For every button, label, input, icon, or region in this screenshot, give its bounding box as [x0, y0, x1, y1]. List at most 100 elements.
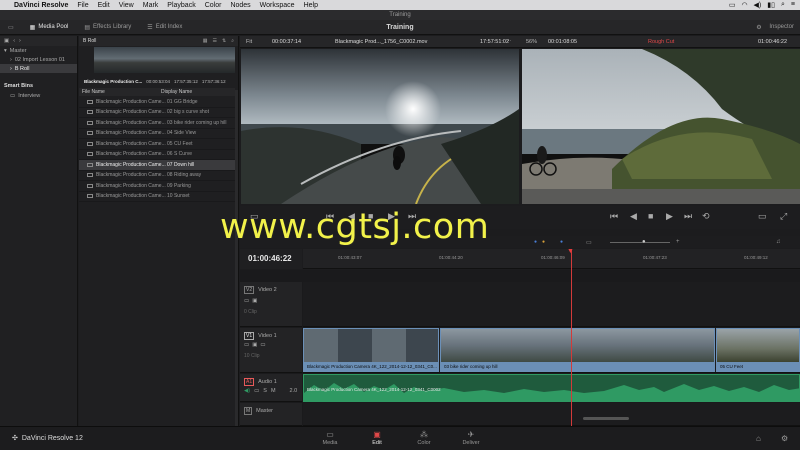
clip-list-row[interactable]: Blackmagic Production Came... 04 Side Vie… [79, 129, 235, 139]
lock-icon[interactable]: ▭ [244, 342, 249, 348]
track-tag-a1[interactable]: A1 [244, 378, 255, 386]
track-tag-v2[interactable]: V2 [244, 286, 255, 294]
screen-icon[interactable]: ▭ [729, 1, 736, 9]
back-arrow-icon[interactable]: ‹ [13, 38, 15, 44]
record-play-icon[interactable]: ▶ [666, 211, 673, 222]
settings-gear-icon[interactable]: ⚙ [781, 434, 788, 443]
track-visibility-icon[interactable]: ▭ [260, 342, 265, 348]
audio-clip[interactable]: Blackmagic Production Camera 4K_122_2014… [303, 374, 800, 402]
search-icon[interactable]: ⌕ [781, 1, 785, 9]
mute-icon[interactable]: M [271, 388, 276, 394]
record-stop-icon[interactable]: ■ [648, 211, 653, 221]
wifi-icon[interactable]: ◠ [741, 1, 747, 9]
clip-list-row[interactable]: Blackmagic Production Came... 05 CU Feet [79, 139, 235, 150]
media-pool-button[interactable]: ▦ Media Pool [22, 20, 77, 35]
list-view-icon[interactable]: ☰ [213, 38, 217, 44]
timeline-horizontal-scrollbar[interactable] [583, 417, 629, 420]
sort-icon[interactable]: ⇅ [222, 38, 226, 44]
zoom-slider-handle[interactable]: ● [642, 239, 646, 245]
clip-list-row[interactable]: Blackmagic Production Came... 06 S Curve [79, 150, 235, 160]
bin-master[interactable]: ▾ Master [0, 46, 77, 55]
record-jump-start-icon[interactable]: ⏮ [610, 211, 618, 222]
clip-list-row[interactable]: Blackmagic Production Came... 02 big s cu… [79, 108, 235, 118]
page-edit[interactable]: ▣ Edit [352, 429, 402, 449]
menu-workspace[interactable]: Workspace [260, 2, 295, 9]
zoom-in-icon[interactable]: + [676, 239, 680, 245]
source-fit-dropdown[interactable]: Fit [246, 39, 252, 45]
edit-index-button[interactable]: ☰ Edit Index [139, 20, 190, 35]
thumbnail-view-icon[interactable]: ▦ [203, 38, 208, 44]
track-lane-master[interactable] [303, 403, 800, 426]
record-jump-end-icon[interactable]: ⏭ [684, 211, 692, 222]
clip-list-row[interactable]: Blackmagic Production Came... 03 bike rid… [79, 118, 235, 129]
clip-list-row[interactable]: Blackmagic Production Came... 01 GG Bridg… [79, 97, 235, 108]
clip-list-scrollbar[interactable] [235, 90, 238, 426]
inspector-button[interactable]: ⚙ Inspector [748, 20, 800, 35]
menu-view[interactable]: View [119, 2, 134, 9]
video-clip[interactable]: 05 CU Feet [716, 328, 800, 372]
menu-color[interactable]: Color [205, 2, 222, 9]
page-media[interactable]: ▭ Media [305, 429, 355, 449]
panel-toggle-icon[interactable]: ▣ [4, 38, 9, 44]
page-color[interactable]: ⁂ Color [399, 429, 449, 449]
audio-meter-icon[interactable]: ♫ [776, 239, 781, 245]
effects-library-button[interactable]: ▤ Effects Library [76, 20, 139, 35]
playhead-marker-icon[interactable]: ▼ [567, 248, 576, 255]
zoom-full-icon[interactable]: ▭ [586, 239, 592, 246]
playhead[interactable] [571, 250, 572, 426]
video-clip[interactable]: 03 bike rider coming up hill [440, 328, 715, 372]
solo-icon[interactable]: S [263, 388, 267, 394]
zoom-slider[interactable] [610, 242, 670, 243]
record-zoom-dropdown[interactable]: 56% [526, 39, 537, 45]
column-display-name[interactable]: Display Name [161, 89, 192, 95]
source-viewer[interactable] [241, 49, 519, 204]
marker-blue-icon[interactable]: ● [560, 239, 563, 245]
video-clip[interactable]: Blackmagic Production Camera 4K_122_2014… [303, 328, 439, 372]
source-options-icon[interactable]: ⋯ [506, 39, 512, 45]
track-tag-v1[interactable]: V1 [244, 332, 255, 340]
track-name-a1[interactable]: Audio 1 [258, 379, 277, 385]
menu-app-name[interactable]: DaVinci Resolve [14, 2, 68, 9]
timeline-name-dropdown[interactable]: Rough Cut [648, 39, 674, 45]
clip-preview-thumbnail[interactable] [94, 47, 235, 73]
menu-edit[interactable]: Edit [98, 2, 110, 9]
column-file-name[interactable]: File Name [79, 89, 161, 95]
bin-b-roll[interactable]: › B Roll [0, 64, 77, 73]
menu-list-icon[interactable]: ≡ [791, 1, 795, 9]
menu-playback[interactable]: Playback [167, 2, 195, 9]
battery-icon[interactable]: ▮▯ [767, 1, 775, 9]
lock-icon[interactable]: ▭ [254, 388, 259, 394]
auto-select-icon[interactable]: ▣ [252, 342, 257, 348]
track-name-master[interactable]: Master [256, 408, 273, 414]
search-icon[interactable]: ⌕ [231, 38, 234, 44]
record-viewer[interactable] [522, 49, 800, 204]
clip-list-row[interactable]: Blackmagic Production Came... 10 Sunset [79, 192, 235, 202]
lock-icon[interactable]: ▭ [244, 298, 249, 304]
home-icon[interactable]: ⌂ [756, 434, 761, 443]
record-overlay-icon[interactable]: ▭ [758, 211, 767, 222]
video-clip-label: 03 bike rider coming up hill [441, 362, 714, 371]
track-name-v1[interactable]: Video 1 [258, 333, 277, 339]
smart-bin-interview[interactable]: ▭ Interview [0, 91, 77, 100]
page-deliver[interactable]: ✈ Deliver [446, 429, 496, 449]
timeline-ruler[interactable]: 01:00:43:07 01:00:44:20 01:00:46:09 01:0… [303, 249, 800, 269]
forward-arrow-icon[interactable]: › [19, 38, 21, 44]
clip-list-row[interactable]: Blackmagic Production Came... 07 Down hil… [79, 160, 235, 171]
clip-list-row[interactable]: Blackmagic Production Came... 08 Riding a… [79, 171, 235, 181]
bin-import-lesson[interactable]: › 02 Import Lesson 01 [0, 55, 77, 64]
fullscreen-icon[interactable]: ⤢ [780, 211, 787, 222]
track-lane-v2[interactable] [303, 282, 800, 327]
track-tag-master[interactable]: M [244, 407, 253, 415]
auto-select-icon[interactable]: ▣ [252, 298, 257, 304]
clip-list-row[interactable]: Blackmagic Production Came... 09 Parking [79, 181, 235, 192]
menu-mark[interactable]: Mark [143, 2, 159, 9]
menu-nodes[interactable]: Nodes [230, 2, 250, 9]
sound-icon[interactable]: ◀) [754, 1, 762, 9]
speaker-icon[interactable]: ◀) [244, 388, 250, 394]
workspace-layout-button[interactable]: ▭ [0, 20, 22, 35]
menu-file[interactable]: File [77, 2, 88, 9]
record-play-reverse-icon[interactable]: ◀ [630, 211, 637, 222]
track-name-v2[interactable]: Video 2 [258, 287, 277, 293]
menu-help[interactable]: Help [304, 2, 318, 9]
loop-icon[interactable]: ⟲ [702, 211, 710, 222]
